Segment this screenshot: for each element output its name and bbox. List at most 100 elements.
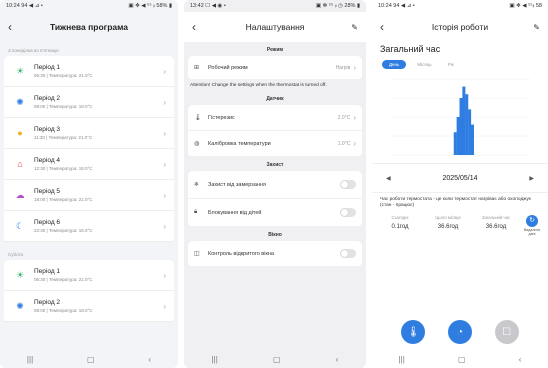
thermometer-icon: 🌡︎	[194, 115, 202, 122]
period-list: ☀ Період 1 06:30 | Температура: 21.0°C › ✺ Пе…	[4, 260, 174, 322]
home-icon[interactable]: ▢	[458, 355, 466, 364]
recent-apps-icon[interactable]: |||	[27, 355, 33, 364]
child-lock-label: Блокування від дітей	[208, 209, 262, 216]
chevron-right-icon: ›	[163, 97, 166, 107]
section-label: Субота	[8, 252, 24, 257]
period-details: 12:30 | Температура: 18.0°C	[34, 166, 93, 171]
open-window-row: ◫ Контроль відкритого вікна	[188, 241, 362, 268]
history-screen: 10:24 94 ◀ ⊿ • ▣ ✻ ◀ ⁵⁵ᵢₗ 58 ‹ Історія р…	[372, 0, 548, 368]
period-name: Період 5	[34, 188, 61, 195]
status-bar: 13:42 ☐ ◀ ◉ • ▣ ✻ ⁵⁵ ᵢₗ ◷ 28% ▮	[184, 0, 366, 12]
prev-date-icon[interactable]: ◀	[386, 175, 391, 182]
sensor-card: 🌡︎ Гістерезис 2.0°C › ◍ Калібровка темпе…	[188, 105, 362, 158]
page-title: Тижнева програма	[49, 22, 129, 32]
period-time: 06:30	[34, 73, 46, 78]
tab-day[interactable]: День	[382, 60, 407, 69]
usage-chart	[380, 75, 540, 161]
period-temp-label: Температура	[48, 197, 77, 202]
child-lock-toggle[interactable]	[340, 208, 356, 218]
group-header-mode: Режим	[266, 47, 284, 53]
sun-icon: ✺	[16, 300, 24, 311]
weekly-program-screen: 10:24 94 ◀ ⊿ • ▣ ✻ ◀ ⁵⁵ ᵢₗ 58% ▮ ‹ Тижне…	[0, 0, 178, 368]
chart-bar	[471, 124, 474, 155]
back-icon[interactable]: ‹	[336, 355, 339, 364]
back-arrow-icon[interactable]: ‹	[380, 20, 394, 34]
tab-year[interactable]: Рік	[443, 60, 459, 69]
period-item[interactable]: ☀ Період 1 06:30 | Температура: 21.0°C ›	[4, 260, 174, 291]
next-date-icon[interactable]: ▶	[529, 175, 534, 182]
status-left: 13:42 ☐ ◀ ◉ •	[190, 3, 226, 9]
back-icon[interactable]: ‹	[519, 355, 522, 364]
work-mode-row[interactable]: ⊞ Робочий режим Нагрів ›	[188, 56, 362, 80]
period-item[interactable]: ● Період 3 11:30 | Температура: 21.0°C ›	[4, 118, 174, 149]
status-right: ▣ ✻ ◀ ⁵⁵ ᵢₗ 58% ▮	[128, 3, 172, 9]
page-title: Налаштування	[245, 22, 305, 32]
hysteresis-row[interactable]: 🌡︎ Гістерезис 2.0°C ›	[188, 105, 362, 132]
back-arrow-icon[interactable]: ‹	[192, 20, 206, 34]
back-icon[interactable]: ‹	[148, 355, 151, 364]
period-item[interactable]: ☀ Період 1 06:30 | Температура: 21.0°C ›	[4, 56, 174, 87]
system-nav-bar: ||| ▢ ‹	[0, 350, 178, 368]
period-item[interactable]: ⌂ Період 4 12:30 | Температура: 18.0°C ›	[4, 149, 174, 180]
period-item[interactable]: ☁ Період 5 18:00 | Температура: 21.0°C ›	[4, 180, 174, 211]
snowflake-icon: ❄	[194, 182, 200, 189]
period-temp-label: Температура	[48, 308, 77, 313]
period-text: Період 3 11:30 | Температура: 21.0°C	[34, 126, 163, 140]
mode-card: ⊞ Робочий режим Нагрів ›	[188, 56, 362, 80]
edit-button[interactable]: ☐	[494, 320, 519, 344]
period-time: 08:00	[34, 104, 46, 109]
header: ‹ Налаштування ✎	[184, 12, 366, 42]
thermometer-button[interactable]: 🌡︎	[401, 320, 426, 344]
stat-today: Сьогодні 0.1год	[376, 215, 424, 230]
period-temp: 18.0°C	[78, 104, 93, 109]
refresh-icon: ↻	[526, 215, 538, 228]
recent-apps-icon[interactable]: |||	[399, 355, 405, 364]
home-icon[interactable]: ▢	[87, 355, 95, 364]
period-item[interactable]: ✺ Період 2 08:00 | Температура: 18.0°C ›	[4, 291, 174, 322]
frost-protection-row: ❄ Захист від замерзання	[188, 171, 362, 200]
period-time: 18:00	[34, 197, 46, 202]
open-window-toggle[interactable]	[340, 249, 356, 259]
home-icon[interactable]: ▢	[273, 355, 281, 364]
period-temp-label: Температура	[48, 135, 76, 140]
hysteresis-label: Гістерезис	[208, 114, 235, 121]
chevron-right-icon: ›	[163, 128, 166, 138]
calibration-row[interactable]: ◍ Калібровка температури 1.0°C ›	[188, 131, 362, 158]
edit-icon[interactable]: ✎	[526, 23, 540, 32]
period-temp-label: Температура	[48, 166, 77, 171]
edit-icon[interactable]: ✎	[344, 23, 358, 32]
frost-protection-toggle[interactable]	[340, 180, 356, 190]
chevron-right-icon: ›	[353, 63, 356, 72]
period-item[interactable]: ✺ Період 2 08:00 | Температура: 18.0°C ›	[4, 87, 174, 118]
calibration-label: Калібровка температури	[208, 140, 271, 147]
usage-chart-svg	[392, 78, 530, 156]
stat-total: Загальний час 36.6год	[472, 215, 520, 230]
period-name: Період 1	[34, 268, 61, 275]
gauge-button[interactable]: ◔	[447, 320, 472, 344]
period-details: 06:30 | Температура: 21.0°C	[34, 277, 93, 282]
period-temp-label: Температура	[48, 104, 77, 109]
chart-bar	[462, 86, 466, 155]
recent-apps-icon[interactable]: |||	[212, 355, 218, 364]
stat-value: 0.1год	[391, 224, 409, 231]
period-item[interactable]: ☾ Період 6 22:30 | Температура: 16.0°C ›	[4, 211, 174, 242]
period-name: Період 2	[34, 95, 61, 102]
open-window-label: Контроль відкритого вікна	[208, 250, 274, 257]
period-temp: 16.0°C	[78, 228, 93, 233]
header: ‹ Тижнева програма	[0, 12, 178, 42]
period-details: 06:30 | Температура: 21.0°C	[34, 73, 93, 78]
window-card: ◫ Контроль відкритого вікна	[188, 241, 362, 268]
delete-data-button[interactable]: ↻ Видалити дані	[520, 215, 544, 236]
window-icon: ◫	[194, 251, 200, 258]
gauge-icon: ◍	[194, 141, 200, 148]
chevron-right-icon: ›	[163, 66, 166, 76]
period-temp: 21.0°C	[78, 277, 93, 282]
tab-month[interactable]: Місяць	[412, 60, 436, 69]
status-bar: 10:24 94 ◀ ⊿ • ▣ ✻ ◀ ⁵⁵ ᵢₗ 58% ▮	[0, 0, 178, 12]
back-arrow-icon[interactable]: ‹	[8, 20, 22, 34]
stat-label: Цього місяця	[435, 215, 461, 221]
cloud-icon: ☁	[15, 189, 25, 200]
stat-value: 36.6год	[437, 224, 459, 231]
period-temp-label: Температура	[48, 228, 77, 233]
period-temp: 21.0°C	[78, 73, 93, 78]
